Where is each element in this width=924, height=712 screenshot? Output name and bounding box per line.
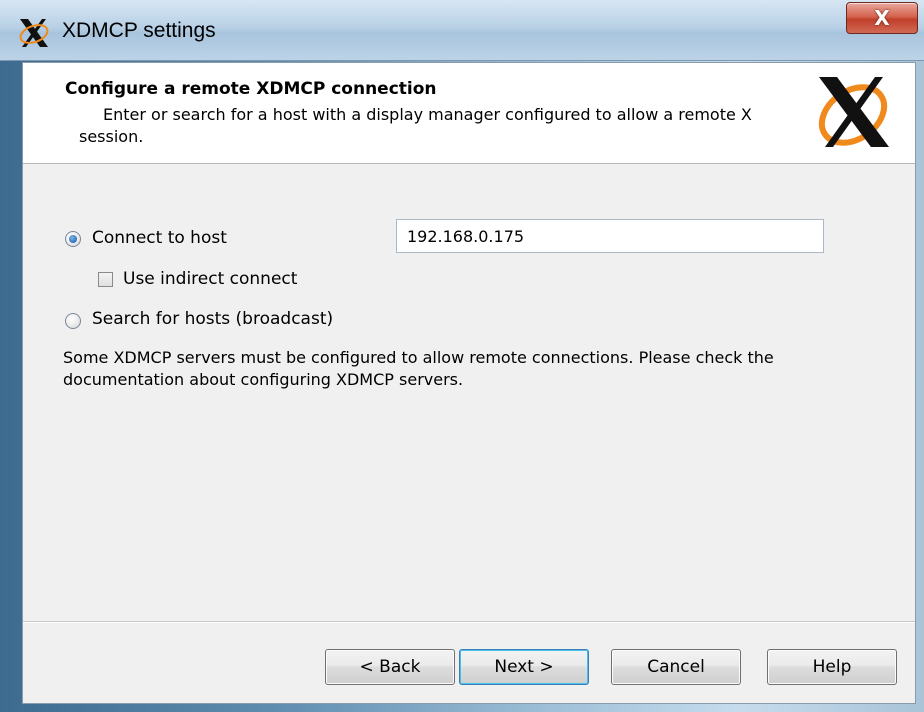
header-description-line2: session. bbox=[79, 127, 144, 146]
header-description: Enter or search for a host with a displa… bbox=[79, 104, 823, 148]
cancel-button[interactable]: Cancel bbox=[611, 649, 741, 685]
search-hosts-radio[interactable] bbox=[65, 313, 81, 329]
title-bar[interactable]: XDMCP settings X bbox=[0, 0, 924, 61]
x-logo-icon bbox=[818, 77, 889, 147]
window-title: XDMCP settings bbox=[62, 19, 216, 42]
xdmcp-settings-window: XDMCP settings X Configure a remote XDMC… bbox=[0, 0, 924, 712]
dialog-body: Configure a remote XDMCP connection Ente… bbox=[22, 62, 916, 704]
header-description-line1: Enter or search for a host with a displa… bbox=[103, 105, 752, 124]
footer-divider bbox=[23, 621, 915, 623]
connect-to-host-label[interactable]: Connect to host bbox=[92, 228, 227, 248]
close-icon: X bbox=[874, 6, 890, 30]
connect-to-host-radio[interactable] bbox=[65, 231, 81, 247]
close-button[interactable]: X bbox=[846, 2, 918, 34]
next-button[interactable]: Next > bbox=[459, 649, 589, 685]
use-indirect-connect-checkbox[interactable] bbox=[98, 272, 113, 287]
use-indirect-connect-label[interactable]: Use indirect connect bbox=[123, 269, 297, 289]
wizard-header: Configure a remote XDMCP connection Ente… bbox=[23, 63, 915, 164]
back-button[interactable]: < Back bbox=[325, 649, 455, 685]
info-text: Some XDMCP servers must be configured to… bbox=[63, 348, 774, 389]
header-title: Configure a remote XDMCP connection bbox=[65, 79, 437, 99]
host-address-input[interactable] bbox=[396, 219, 824, 253]
search-hosts-label[interactable]: Search for hosts (broadcast) bbox=[92, 309, 333, 329]
x-logo-icon bbox=[19, 19, 49, 47]
help-button[interactable]: Help bbox=[767, 649, 897, 685]
